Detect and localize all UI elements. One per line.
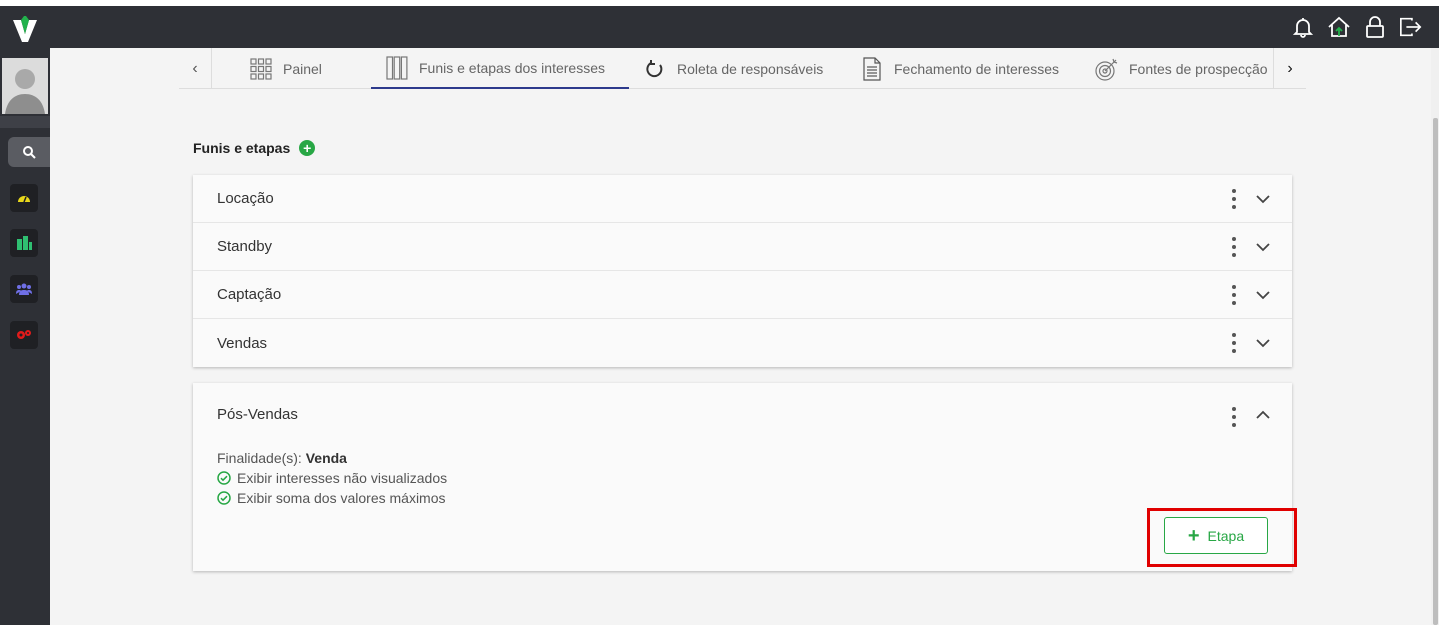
- sidebar: [0, 48, 50, 625]
- scrollbar-thumb[interactable]: [1433, 118, 1438, 625]
- target-icon: [1095, 57, 1119, 81]
- purpose-value: Venda: [305, 450, 347, 466]
- avatar[interactable]: [2, 58, 48, 114]
- funnel-name: Vendas: [217, 334, 268, 352]
- tab-funis-etapas[interactable]: Funis e etapas dos interesses: [371, 48, 629, 89]
- bell-icon[interactable]: [1291, 14, 1315, 40]
- chevron-up-icon[interactable]: [1254, 405, 1272, 423]
- more-options-icon[interactable]: [1228, 285, 1240, 305]
- option-line: Exibir interesses não visualizados: [217, 468, 447, 488]
- tab-bar: ‹ Painel Funis e etapas dos interesses R…: [179, 48, 1306, 89]
- chevron-down-icon[interactable]: [1254, 334, 1272, 352]
- page-title: Funis e etapas: [193, 140, 291, 156]
- funnel-name: Locação: [217, 190, 274, 207]
- add-funnel-icon[interactable]: +: [299, 140, 316, 156]
- tab-label: Fontes de prospecção: [1129, 60, 1268, 77]
- purpose-label: Finalidade(s):: [217, 450, 302, 466]
- tab-label: Painel: [283, 60, 322, 77]
- funnel-expanded-card: Pós-Vendas Finalidade(s): Venda Exibir i…: [193, 383, 1292, 571]
- tab-roleta[interactable]: Roleta de responsáveis: [643, 48, 823, 89]
- chevron-down-icon[interactable]: [1254, 286, 1272, 304]
- funnel-name[interactable]: Pós-Vendas: [217, 406, 298, 423]
- funnel-name: Captação: [217, 286, 282, 303]
- document-icon: [860, 56, 884, 81]
- search-icon[interactable]: [8, 137, 50, 167]
- funnel-list: Locação Standby Captação Vendas: [193, 175, 1292, 367]
- option-label: Exibir interesses não visualizados: [237, 470, 448, 486]
- highlight-box: [1147, 508, 1297, 567]
- tab-label: Fechamento de interesses: [894, 60, 1059, 77]
- funnel-row[interactable]: Standby: [193, 223, 1292, 271]
- buildings-icon[interactable]: [10, 229, 38, 257]
- more-options-icon[interactable]: [1228, 237, 1240, 257]
- tab-label: Funis e etapas dos interesses: [419, 59, 605, 76]
- funnel-details: Finalidade(s): Venda Exibir interesses n…: [217, 448, 447, 508]
- option-label: Exibir soma dos valores máximos: [237, 490, 446, 506]
- funnel-row[interactable]: Captação: [193, 271, 1292, 319]
- check-circle-icon: [217, 471, 231, 485]
- chevron-down-icon[interactable]: [1254, 190, 1272, 208]
- home-icon[interactable]: [1327, 14, 1351, 40]
- more-options-icon[interactable]: [1228, 407, 1240, 427]
- chevron-right-icon[interactable]: ›: [1273, 48, 1306, 89]
- purpose-line: Finalidade(s): Venda: [217, 448, 447, 468]
- app-logo[interactable]: [12, 14, 38, 44]
- chevron-down-icon[interactable]: [1254, 238, 1272, 256]
- more-options-icon[interactable]: [1228, 189, 1240, 209]
- tab-label: Roleta de responsáveis: [677, 60, 824, 77]
- more-options-icon[interactable]: [1228, 333, 1240, 353]
- dashboard-icon[interactable]: [10, 184, 38, 212]
- funnel-row[interactable]: Vendas: [193, 319, 1292, 367]
- chevron-left-icon[interactable]: ‹: [179, 48, 212, 89]
- settings-icon[interactable]: [10, 321, 38, 349]
- funnel-row[interactable]: Locação: [193, 175, 1292, 223]
- tab-fechamento[interactable]: Fechamento de interesses: [860, 48, 1059, 89]
- funnel-name: Standby: [217, 238, 273, 255]
- option-line: Exibir soma dos valores máximos: [217, 488, 447, 508]
- avatar-divider: [0, 116, 50, 128]
- logout-icon[interactable]: [1399, 14, 1423, 40]
- refresh-icon: [643, 57, 667, 81]
- columns-icon: [385, 55, 409, 80]
- top-bar: [0, 0, 1439, 48]
- lock-icon[interactable]: [1363, 14, 1387, 40]
- section-header: Funis e etapas +: [193, 140, 316, 156]
- check-circle-icon: [217, 491, 231, 505]
- users-icon[interactable]: [10, 275, 38, 303]
- tab-fontes[interactable]: Fontes de prospecção: [1095, 48, 1268, 89]
- grid-icon: [249, 57, 273, 81]
- tab-painel[interactable]: Painel: [249, 48, 322, 89]
